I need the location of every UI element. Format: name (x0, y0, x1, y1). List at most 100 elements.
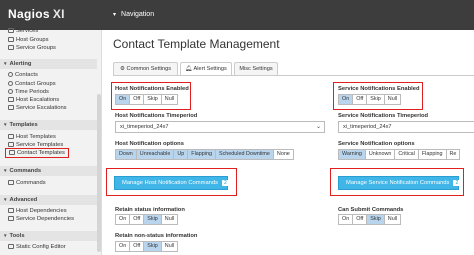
option-off[interactable]: Off (129, 214, 145, 225)
option-null[interactable]: Null (160, 241, 179, 252)
manage-service-notification-commands-button[interactable]: Manage Service Notification Commands 2 (338, 176, 461, 190)
option-null[interactable]: Null (383, 214, 402, 225)
command-icon (8, 180, 14, 185)
sidebar-section-alerting[interactable]: ▾ Alerting (0, 59, 97, 69)
retain-status-toggle: On Off Skip Null (115, 214, 179, 225)
host-notifications-enabled-label: Host Notifications Enabled (115, 86, 189, 92)
option-off[interactable]: Off (129, 241, 145, 252)
option-on[interactable]: On (338, 94, 354, 105)
service-timeperiod-select[interactable]: xi_timeperiod_24x7 (338, 121, 474, 133)
sidebar-item-host-templates[interactable]: Host Templates (8, 134, 56, 140)
option-on[interactable]: On (115, 94, 131, 105)
sidebar-item-host-dependencies[interactable]: Host Dependencies (8, 208, 67, 214)
edit-icon (8, 244, 14, 249)
option-up[interactable]: Up (173, 149, 189, 160)
gear-icon: ⚙ (119, 66, 127, 72)
sidebar-item-time-periods[interactable]: Time Periods (8, 89, 49, 95)
chevron-down-icon: ▾ (4, 233, 7, 239)
option-null[interactable]: Null (160, 214, 179, 225)
chevron-down-icon: ▾ (4, 61, 7, 67)
option-unknown[interactable]: Unknown (364, 149, 396, 160)
retain-nonstatus-label: Retain non-status information (115, 233, 198, 239)
tab-common-settings[interactable]: ⚙ Common Settings (113, 62, 178, 75)
page-title: Contact Template Management (113, 37, 280, 51)
option-off[interactable]: Off (352, 94, 368, 105)
service-notification-options-label: Service Notification options (338, 141, 415, 147)
option-on[interactable]: On (115, 241, 131, 252)
sidebar-item-commands[interactable]: Commands (8, 180, 46, 186)
top-bar: Nagios XI ▾ Navigation (0, 0, 474, 30)
option-flapping[interactable]: Flapping (417, 149, 447, 160)
page-icon (8, 45, 14, 50)
sidebar-section-commands[interactable]: ▾ Commands (0, 166, 97, 176)
chevron-down-icon: ⌄ (315, 124, 321, 130)
escalation-icon (8, 105, 14, 110)
sidebar-section-tools[interactable]: ▾ Tools (0, 231, 97, 241)
option-on[interactable]: On (115, 214, 131, 225)
page-icon (8, 134, 14, 139)
sidebar-item-service-dependencies[interactable]: Service Dependencies (8, 216, 74, 222)
option-null[interactable]: Null (383, 94, 402, 105)
page-icon (8, 28, 14, 33)
nagios-logo[interactable]: Nagios XI (8, 7, 65, 21)
tab-divider (113, 75, 474, 76)
service-timeperiod-label: Service Notifications Timeperiod (338, 113, 429, 119)
sidebar-item-static-config-editor[interactable]: Static Config Editor (8, 244, 66, 250)
service-notifications-enabled-toggle: On Off Skip Null (338, 94, 402, 105)
retain-status-label: Retain status information (115, 207, 185, 213)
option-warning[interactable]: Warning (338, 149, 366, 160)
host-timeperiod-select[interactable]: xi_timeperiod_24x7 ⌄ (115, 121, 325, 133)
host-notification-options-label: Host Notification options (115, 141, 184, 147)
page-icon (8, 142, 14, 147)
option-skip[interactable]: Skip (143, 214, 162, 225)
can-submit-commands-toggle: On Off Skip Null (338, 214, 402, 225)
option-skip[interactable]: Skip (143, 241, 162, 252)
sidebar-item-host-groups[interactable]: Host Groups (8, 37, 49, 43)
sidebar-item-services[interactable]: Services (8, 28, 38, 34)
sidebar-item-service-escalations[interactable]: Service Escalations (8, 105, 67, 111)
host-notifications-enabled-toggle: On Off Skip Null (115, 94, 179, 105)
command-count-badge: 2 (222, 180, 229, 186)
service-notifications-enabled-label: Service Notifications Enabled (338, 86, 420, 92)
page-icon (8, 37, 14, 42)
sidebar-item-host-escalations[interactable]: Host Escalations (8, 97, 59, 103)
navigation-toggle[interactable]: ▾ Navigation (113, 11, 154, 18)
page-icon (9, 150, 15, 155)
escalation-icon (8, 97, 14, 102)
page-icon (8, 208, 14, 213)
tab-alert-settings[interactable]: 🔔︎ Alert Settings (180, 62, 232, 76)
clock-icon (8, 89, 13, 94)
sidebar-item-contact-templates[interactable]: Contact Templates (5, 148, 69, 158)
option-none[interactable]: None (272, 149, 294, 160)
page-icon (8, 216, 14, 221)
chevron-down-icon: ▾ (4, 168, 7, 174)
sidebar-section-advanced[interactable]: ▾ Advanced (0, 195, 97, 205)
host-timeperiod-label: Host Notifications Timeperiod (115, 113, 198, 119)
sidebar-item-contacts[interactable]: Contacts (8, 72, 38, 78)
option-off[interactable]: Off (129, 94, 145, 105)
command-count-badge: 2 (453, 180, 461, 186)
chevron-down-icon: ▾ (113, 12, 117, 18)
option-flapping[interactable]: Flapping (187, 149, 216, 160)
tab-misc-settings[interactable]: Misc Settings (234, 62, 278, 75)
manage-host-notification-commands-button[interactable]: Manage Host Notification Commands 2 (114, 176, 229, 190)
bell-icon: 🔔︎ (185, 66, 194, 72)
sidebar-item-contact-groups[interactable]: Contact Groups (8, 81, 56, 87)
option-scheduled-downtime[interactable]: Scheduled Downtime (214, 149, 274, 160)
sidebar-section-templates[interactable]: ▾ Templates (0, 120, 97, 130)
sidebar-item-service-groups[interactable]: Service Groups (8, 45, 56, 51)
option-down[interactable]: Down (115, 149, 137, 160)
option-skip[interactable]: Skip (366, 94, 385, 105)
option-skip[interactable]: Skip (143, 94, 162, 105)
option-unreachable[interactable]: Unreachable (135, 149, 175, 160)
option-skip[interactable]: Skip (366, 214, 385, 225)
option-on[interactable]: On (338, 214, 354, 225)
sidebar-scrollbar[interactable] (97, 94, 101, 252)
chevron-down-icon: ▾ (4, 197, 7, 203)
option-recovery[interactable]: Re (445, 149, 461, 160)
retain-nonstatus-toggle: On Off Skip Null (115, 241, 179, 252)
option-null[interactable]: Null (160, 94, 179, 105)
option-critical[interactable]: Critical (394, 149, 419, 160)
option-off[interactable]: Off (352, 214, 368, 225)
contact-icon (8, 81, 13, 86)
